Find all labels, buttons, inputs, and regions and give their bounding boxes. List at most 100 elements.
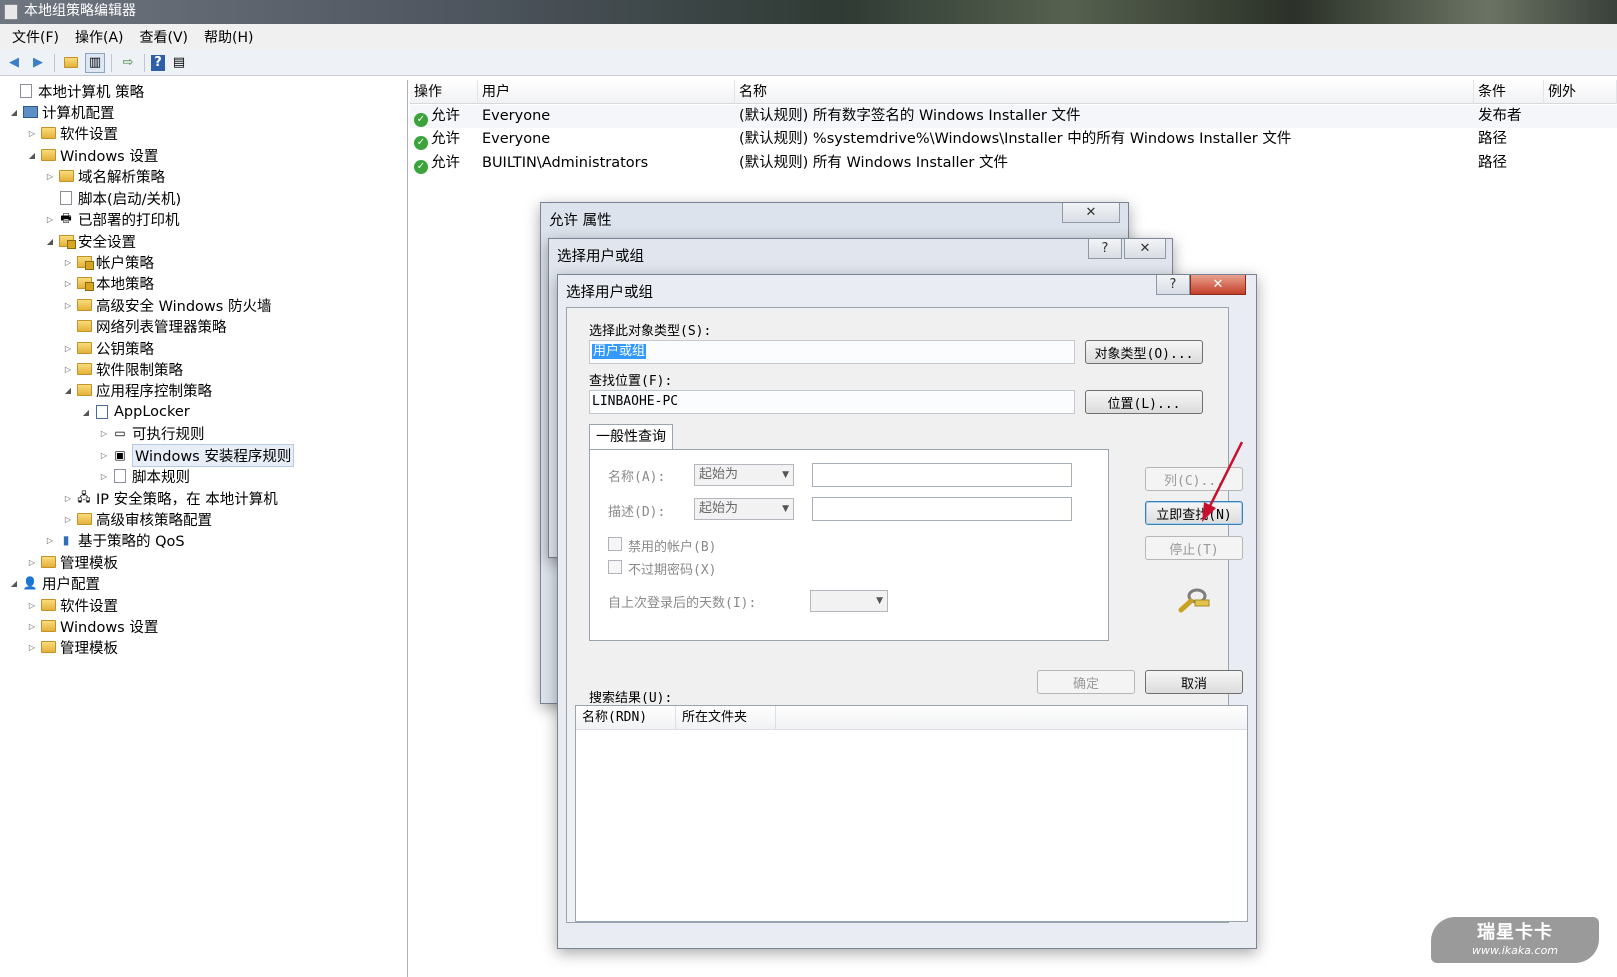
script-icon [58, 191, 74, 205]
tree-node-applocker[interactable]: ◢ AppLocker [80, 401, 190, 423]
tree-node-local-computer-policy[interactable]: 本地计算机 策略 [4, 80, 144, 102]
stop-button[interactable]: 停止(T) [1145, 536, 1243, 560]
tree-expander[interactable]: ▷ [44, 172, 56, 181]
days-since-logon-select[interactable]: ▼ [810, 590, 888, 612]
column-header-action[interactable]: 操作 [410, 80, 478, 104]
rule-action: ✓ 允许 [414, 128, 460, 151]
tree-expander[interactable]: ▷ [98, 472, 110, 481]
tree-node-user-config[interactable]: ◢ 👤 用户配置 [8, 572, 100, 594]
tree-node-user-admin-templates[interactable]: ▷ 管理模板 [26, 636, 118, 658]
tree-node-qos[interactable]: ▷ ▮ 基于策略的 QoS [44, 529, 185, 551]
tree-expander[interactable]: ▷ [62, 344, 74, 353]
name-input[interactable] [812, 463, 1072, 487]
select-users-close-button[interactable]: ✕ [1190, 275, 1246, 295]
allow-check-icon: ✓ [414, 136, 428, 150]
select-users-back-close-button[interactable]: ✕ [1124, 239, 1166, 259]
location-field[interactable]: LINBAOHE-PC [589, 390, 1075, 414]
tree-expander[interactable]: ◢ [8, 579, 20, 588]
rule-action-label: 允许 [431, 108, 460, 124]
tree-node-label: 用户配置 [42, 576, 100, 593]
tree-node-script-rules[interactable]: ▷ 脚本规则 [98, 465, 190, 487]
tree-node-user-windows-settings[interactable]: ▷ Windows 设置 [26, 615, 158, 637]
tree-expander[interactable]: ▷ [26, 558, 38, 567]
tree-node-windows-firewall[interactable]: ▷ 高级安全 Windows 防火墙 [62, 294, 272, 316]
non-expiring-password-checkbox[interactable] [608, 560, 622, 574]
tree-node-account-policies[interactable]: ▷ 帐户策略 [62, 251, 154, 273]
properties-view-icon[interactable]: ▤ [169, 53, 189, 73]
tree-node-executable-rules[interactable]: ▷ ▭ 可执行规则 [98, 422, 205, 444]
back-arrow-icon[interactable]: ◀ [4, 53, 24, 73]
tree-node-user-software-settings[interactable]: ▷ 软件设置 [26, 594, 118, 616]
menu-file[interactable]: 文件(F) [4, 27, 67, 47]
tree-node-network-list-policies[interactable]: 网络列表管理器策略 [62, 315, 227, 337]
tree-expander[interactable]: ▷ [26, 601, 38, 610]
tree-node-ip-security[interactable]: ▷ 🖧 IP 安全策略，在 本地计算机 [62, 487, 278, 509]
column-header-condition[interactable]: 条件 [1474, 80, 1544, 104]
menu-action[interactable]: 操作(A) [67, 27, 132, 47]
tree-node-security-settings[interactable]: ◢ 安全设置 [44, 230, 136, 252]
tree-node-software-settings[interactable]: ▷ 软件设置 [26, 122, 118, 144]
tree-expander[interactable]: ◢ [26, 151, 38, 160]
results-column-rdn[interactable]: 名称(RDN) [576, 706, 676, 730]
properties-close-button[interactable]: ✕ [1062, 203, 1120, 223]
tree-expander[interactable]: ▷ [44, 536, 56, 545]
rule-row[interactable]: ✓ 允许 Everyone (默认规则) 所有数字签名的 Windows Inst… [410, 105, 1617, 128]
tree-expander[interactable]: ▷ [62, 515, 74, 524]
tree-expander[interactable]: ◢ [80, 408, 92, 417]
cancel-button[interactable]: 取消 [1145, 670, 1243, 694]
search-results-list[interactable]: 名称(RDN) 所在文件夹 [575, 705, 1248, 922]
tree-expander[interactable]: ▷ [98, 429, 110, 438]
column-header-exceptions[interactable]: 例外 [1544, 80, 1617, 104]
name-operator-select[interactable]: 起始为 ▼ [694, 464, 794, 486]
tree-expander[interactable]: ▷ [62, 494, 74, 503]
up-folder-icon[interactable] [61, 53, 81, 73]
rule-row[interactable]: ✓ 允许 BUILTIN\Administrators (默认规则) 所有 Win… [410, 152, 1617, 175]
tree-node-public-key-policies[interactable]: ▷ 公钥策略 [62, 337, 154, 359]
object-types-button[interactable]: 对象类型(O)... [1085, 340, 1203, 364]
tree-expander[interactable]: ▷ [44, 215, 56, 224]
tree-expander[interactable]: ▷ [62, 258, 74, 267]
export-list-icon[interactable]: ⇨ [118, 53, 138, 73]
tree-node-computer-config[interactable]: ◢ 计算机配置 [8, 101, 115, 123]
tree-expander[interactable]: ▷ [26, 622, 38, 631]
tree-node-deployed-printers[interactable]: ▷ 🖶 已部署的打印机 [44, 208, 180, 230]
tree-expander[interactable]: ◢ [8, 108, 20, 117]
rule-row[interactable]: ✓ 允许 Everyone (默认规则) %systemdrive%\Window… [410, 128, 1617, 151]
column-header-user[interactable]: 用户 [478, 80, 735, 104]
object-type-field[interactable]: 用户或组 [589, 340, 1075, 364]
tree-expander[interactable]: ◢ [44, 237, 56, 246]
select-users-back-help-button[interactable]: ? [1088, 239, 1122, 259]
show-hide-tree-icon[interactable]: ▥ [85, 52, 105, 73]
tree-expander[interactable]: ▷ [62, 279, 74, 288]
tab-common-queries[interactable]: 一般性查询 [589, 424, 673, 450]
tree-node-scripts[interactable]: 脚本(启动/关机) [44, 187, 181, 209]
tree-node-name-resolution-policy[interactable]: ▷ 域名解析策略 [44, 165, 165, 187]
tree-node-installer-rules[interactable]: ▷ ▣ Windows 安装程序规则 [98, 443, 295, 467]
tree-expander[interactable]: ▷ [26, 643, 38, 652]
disabled-accounts-checkbox[interactable] [608, 537, 622, 551]
description-input[interactable] [812, 497, 1072, 521]
tree-expander[interactable]: ▷ [98, 451, 110, 460]
tree-expander[interactable]: ▷ [62, 365, 74, 374]
tree-node-advanced-audit[interactable]: ▷ 高级审核策略配置 [62, 508, 212, 530]
description-operator-select[interactable]: 起始为 ▼ [694, 498, 794, 520]
tree-node-app-control-policies[interactable]: ◢ 应用程序控制策略 [62, 379, 212, 401]
tree-expander[interactable]: ◢ [62, 386, 74, 395]
menu-view[interactable]: 查看(V) [132, 27, 197, 47]
menu-help[interactable]: 帮助(H) [196, 27, 261, 47]
column-header-name[interactable]: 名称 [735, 80, 1474, 104]
select-users-help-button[interactable]: ? [1156, 275, 1190, 295]
forward-arrow-icon[interactable]: ▶ [28, 53, 48, 73]
help-icon[interactable]: ? [151, 54, 165, 71]
ok-button[interactable]: 确定 [1037, 670, 1135, 694]
tree-node-admin-templates[interactable]: ▷ 管理模板 [26, 551, 118, 573]
locations-button[interactable]: 位置(L)... [1085, 390, 1203, 414]
tree-expander[interactable]: ▷ [62, 301, 74, 310]
tree-node-local-policies[interactable]: ▷ 本地策略 [62, 272, 154, 294]
properties-dialog-title: 允许 属性 [549, 213, 612, 229]
results-column-folder[interactable]: 所在文件夹 [676, 706, 776, 730]
tree-expander[interactable]: ▷ [26, 129, 38, 138]
tree-node-windows-settings[interactable]: ◢ Windows 设置 [26, 144, 158, 166]
tree-node-label: 软件设置 [60, 126, 118, 143]
tree-node-software-restriction[interactable]: ▷ 软件限制策略 [62, 358, 183, 380]
